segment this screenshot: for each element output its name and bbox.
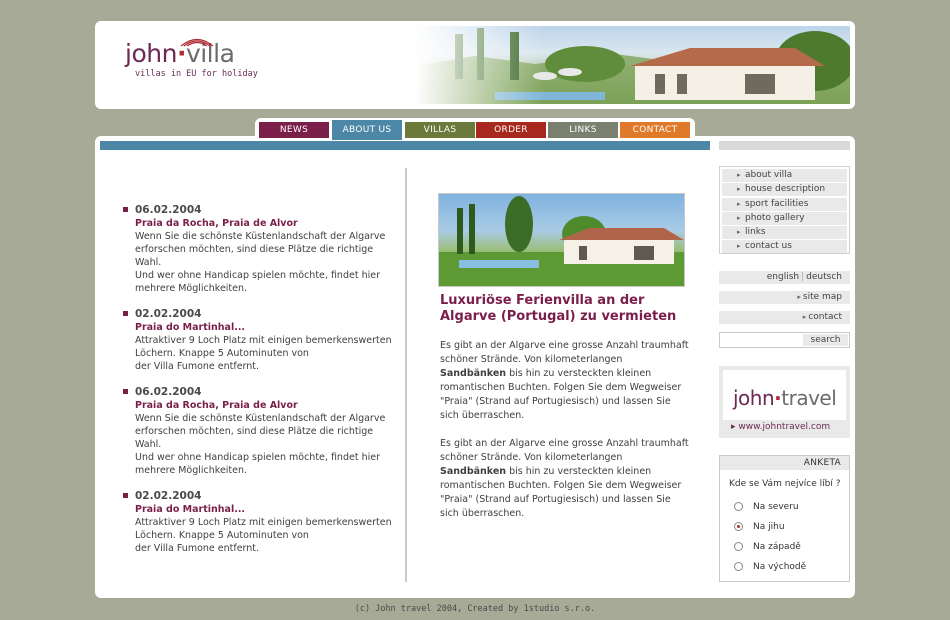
tab-order[interactable]: order bbox=[476, 122, 546, 138]
search-input[interactable] bbox=[722, 334, 800, 346]
side-menu: ▸ about villa ▸ house description ▸ sport f… bbox=[719, 166, 850, 254]
hero-fade bbox=[415, 26, 545, 104]
news-text: Attraktiver 9 Loch Platz mit einigen bem… bbox=[135, 335, 392, 372]
arrow-right-icon: ▸ bbox=[737, 199, 741, 208]
bullet-icon bbox=[123, 389, 128, 394]
tab-villas[interactable]: villas bbox=[405, 122, 475, 138]
arrow-right-icon: ▸ bbox=[737, 242, 741, 251]
banner-url: ▸ www.johntravel.com bbox=[723, 420, 846, 434]
news-text: Wenn Sie die schönste Küstenlandschaft d… bbox=[135, 413, 386, 476]
poll-panel: ANKETA Kde se Vám nejvíce líbí ? Na seve… bbox=[719, 455, 850, 582]
poll-option[interactable]: Na severu bbox=[720, 500, 849, 520]
bullet-icon bbox=[123, 207, 128, 212]
accent-bar bbox=[100, 141, 710, 150]
article: Luxuriöse Ferienvilla an der Algarve (Po… bbox=[440, 293, 690, 535]
search-box: search bbox=[719, 332, 850, 348]
tab-about-us[interactable]: about us bbox=[332, 120, 402, 140]
header: john·villa villas in EU for holiday bbox=[95, 21, 855, 109]
main-nav: news about us villas order links contact bbox=[255, 118, 695, 140]
poll-option[interactable]: Na západě bbox=[720, 540, 849, 560]
villa-photo bbox=[438, 193, 685, 287]
logo-arc-icon bbox=[180, 38, 214, 47]
logo-john: john bbox=[125, 39, 177, 68]
column-divider bbox=[405, 168, 407, 582]
villa-photo-illustration bbox=[439, 196, 684, 286]
logo-tagline: villas in EU for holiday bbox=[135, 69, 258, 79]
radio-button[interactable] bbox=[734, 502, 743, 511]
johntravel-banner[interactable]: john·travel ▸ www.johntravel.com bbox=[719, 366, 850, 438]
lang-deutsch[interactable]: deutsch bbox=[806, 272, 842, 282]
side-menu-item-contact-us[interactable]: ▸ contact us bbox=[722, 240, 847, 254]
arrow-right-icon: ▸ bbox=[737, 185, 741, 194]
tab-links[interactable]: links bbox=[548, 122, 618, 138]
side-menu-item-sport-facilities[interactable]: ▸ sport facilities bbox=[722, 197, 847, 211]
banner-logo: john·travel bbox=[733, 386, 837, 410]
news-date: 02.02.2004 bbox=[135, 308, 202, 320]
news-title-link[interactable]: Praia da Rocha, Praia de Alvor bbox=[135, 217, 398, 230]
poll-question: Kde se Vám nejvíce líbí ? bbox=[729, 479, 841, 489]
news-date: 02.02.2004 bbox=[135, 490, 202, 502]
arrow-right-icon: ▸ bbox=[737, 213, 741, 222]
radio-button-selected[interactable] bbox=[734, 522, 743, 531]
news-item: 02.02.2004 Praia do Martinhal... Attrakt… bbox=[123, 308, 398, 373]
arrow-right-icon: ▸ bbox=[737, 171, 741, 179]
contact-link[interactable]: ▸ contact bbox=[719, 311, 850, 324]
article-title: Luxuriöse Ferienvilla an der Algarve (Po… bbox=[440, 293, 677, 324]
side-menu-item-about-villa[interactable]: ▸ about villa bbox=[722, 169, 847, 182]
news-item: 06.02.2004 Praia da Rocha, Praia de Alvo… bbox=[123, 204, 398, 295]
article-paragraph: Es gibt an der Algarve eine grosse Anzah… bbox=[440, 438, 689, 519]
news-item: 02.02.2004 Praia do Martinhal... Attrakt… bbox=[123, 490, 398, 555]
tab-contact[interactable]: contact bbox=[620, 122, 690, 138]
language-switcher: english | deutsch bbox=[719, 271, 850, 284]
news-date: 06.02.2004 bbox=[135, 204, 202, 216]
news-title-link[interactable]: Praia do Martinhal... bbox=[135, 321, 398, 334]
tab-news[interactable]: news bbox=[259, 122, 329, 138]
sitemap-link[interactable]: ▸ site map bbox=[719, 291, 850, 304]
news-text: Wenn Sie die schönste Küstenlandschaft d… bbox=[135, 231, 386, 294]
lang-separator: | bbox=[801, 272, 805, 282]
search-button[interactable]: search bbox=[803, 334, 848, 346]
lang-english[interactable]: english bbox=[767, 272, 799, 282]
bullet-icon bbox=[123, 311, 128, 316]
news-list: 06.02.2004 Praia da Rocha, Praia de Alvo… bbox=[123, 204, 398, 568]
news-title-link[interactable]: Praia da Rocha, Praia de Alvor bbox=[135, 399, 398, 412]
arrow-right-icon: ▸ bbox=[797, 293, 801, 301]
hero-image bbox=[415, 26, 850, 104]
side-menu-item-house-description[interactable]: ▸ house description bbox=[722, 183, 847, 197]
news-text: Attraktiver 9 Loch Platz mit einigen bem… bbox=[135, 517, 392, 554]
side-menu-item-photo-gallery[interactable]: ▸ photo gallery bbox=[722, 211, 847, 225]
radio-button[interactable] bbox=[734, 562, 743, 571]
news-date: 06.02.2004 bbox=[135, 386, 202, 398]
banner-inner: john·travel ▸ www.johntravel.com bbox=[723, 370, 846, 434]
poll-title: ANKETA bbox=[720, 456, 849, 470]
sidebar-bar bbox=[719, 141, 850, 150]
bullet-icon bbox=[123, 493, 128, 498]
logo[interactable]: john·villa villas in EU for holiday bbox=[125, 38, 258, 79]
footer-copyright: (c) John travel 2004, Created by 1studio… bbox=[354, 604, 596, 614]
poll-option[interactable]: Na jihu bbox=[720, 520, 849, 540]
side-menu-item-links[interactable]: ▸ links bbox=[722, 226, 847, 240]
arrow-right-icon: ▸ bbox=[737, 228, 741, 237]
arrow-right-icon: ▸ bbox=[802, 313, 807, 321]
news-title-link[interactable]: Praia do Martinhal... bbox=[135, 503, 398, 516]
article-paragraph: Es gibt an der Algarve eine grosse Anzah… bbox=[440, 340, 689, 421]
radio-button[interactable] bbox=[734, 542, 743, 551]
poll-option[interactable]: Na východě bbox=[720, 560, 849, 580]
news-item: 06.02.2004 Praia da Rocha, Praia de Alvo… bbox=[123, 386, 398, 477]
